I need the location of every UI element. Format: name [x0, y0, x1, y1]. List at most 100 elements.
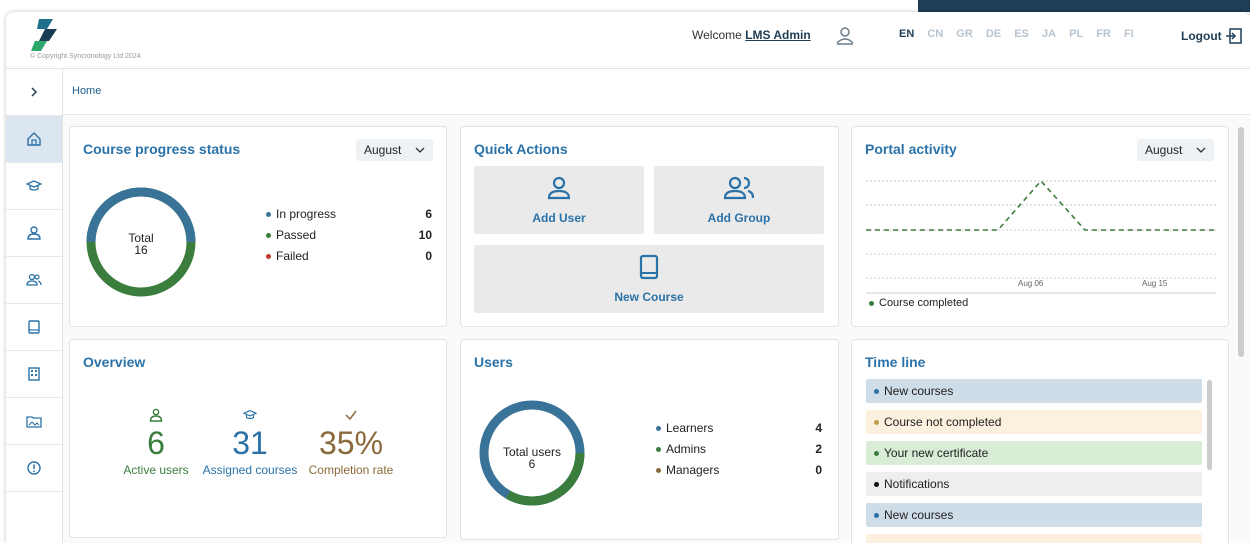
- timeline-dot: [874, 419, 879, 425]
- sidebar-item-courses[interactable]: [6, 163, 62, 210]
- chevron-down-icon: [1196, 147, 1206, 153]
- overview-card: Overview 6 Active users 31 Assigned cour…: [69, 339, 447, 538]
- lang-gr[interactable]: GR: [956, 28, 973, 40]
- legend-admins: Admins 2: [656, 442, 822, 456]
- course-progress-total-value: 16: [134, 243, 148, 257]
- timeline-item[interactable]: New courses: [866, 503, 1202, 527]
- timeline-dot: [874, 481, 879, 487]
- new-course-button[interactable]: New Course: [474, 245, 824, 313]
- admins-dot: [656, 447, 661, 453]
- legend-admins-label: Admins: [666, 442, 707, 456]
- assigned-courses-value: 31: [232, 425, 268, 461]
- completion-rate-value: 35%: [318, 425, 384, 461]
- timeline-dot: [874, 512, 879, 518]
- sidebar-item-organization[interactable]: [6, 351, 62, 398]
- completion-rate-stat: 35% Completion rate: [306, 408, 396, 477]
- users-total-value: 6: [528, 457, 536, 471]
- app-window: © Copyright Syncronology Ltd 2024 Welcom…: [6, 12, 1250, 543]
- passed-dot: [266, 233, 271, 239]
- timeline-item-label: New courses: [884, 508, 954, 522]
- users-icon: [723, 176, 755, 200]
- logout-label: Logout: [1181, 29, 1222, 43]
- users-total: Total users 6: [497, 446, 567, 470]
- timeline-title: Time line: [865, 354, 926, 370]
- timeline-item-partial[interactable]: [866, 534, 1202, 543]
- legend-passed-label: Passed: [276, 228, 317, 242]
- sidebar-item-library[interactable]: [6, 304, 62, 351]
- chart-legend-label: Course completed: [879, 297, 969, 309]
- legend-learners: Learners 4: [656, 421, 822, 435]
- legend-failed: Failed 0: [266, 249, 432, 263]
- sidebar-item-home[interactable]: [6, 116, 62, 163]
- lang-es[interactable]: ES: [1014, 28, 1029, 40]
- timeline-item[interactable]: Your new certificate: [866, 441, 1202, 465]
- logout-button[interactable]: Logout: [1181, 28, 1242, 44]
- lang-fr[interactable]: FR: [1096, 28, 1111, 40]
- portal-activity-month-value: August: [1145, 143, 1183, 157]
- sidebar-item-info[interactable]: [6, 445, 62, 492]
- legend-in-progress-label: In progress: [276, 207, 337, 221]
- timeline-item[interactable]: Notifications: [866, 472, 1202, 496]
- course-progress-card: Course progress status August Total 16 I…: [69, 126, 447, 327]
- checkmark-icon: [345, 410, 357, 421]
- course-progress-title: Course progress status: [83, 141, 241, 157]
- sidebar-item-media[interactable]: [6, 398, 62, 445]
- chart-legend: Course completed: [869, 297, 968, 309]
- sidebar: [6, 69, 63, 543]
- logout-icon: [1225, 28, 1242, 44]
- lang-ja[interactable]: JA: [1042, 28, 1056, 40]
- logo-icon: [31, 19, 57, 51]
- quick-actions-card: Quick Actions Add User Add Group New Cou…: [460, 126, 839, 327]
- assigned-courses-stat: 31 Assigned courses: [200, 408, 300, 477]
- assigned-courses-label: Assigned courses: [202, 463, 298, 477]
- language-selector: EN CN GR DE ES JA PL FR FI: [899, 28, 1144, 40]
- sidebar-expand[interactable]: [6, 69, 62, 116]
- portal-activity-month-select[interactable]: August: [1137, 139, 1214, 161]
- lang-pl[interactable]: PL: [1069, 28, 1083, 40]
- sidebar-item-users[interactable]: [6, 210, 62, 257]
- chevron-down-icon: [415, 147, 425, 153]
- timeline-item-label: Your new certificate: [884, 446, 989, 460]
- active-users-stat: 6 Active users: [118, 408, 194, 477]
- completion-rate-label: Completion rate: [308, 463, 394, 477]
- user-profile-icon[interactable]: [834, 24, 856, 46]
- users-icon: [26, 273, 42, 286]
- legend-learners-value: 4: [815, 421, 822, 435]
- add-group-button[interactable]: Add Group: [654, 166, 824, 234]
- lang-de[interactable]: DE: [986, 28, 1001, 40]
- lang-cn[interactable]: CN: [927, 28, 943, 40]
- lang-en[interactable]: EN: [899, 28, 914, 40]
- book-icon: [639, 254, 659, 280]
- portal-activity-chart: [866, 179, 1216, 294]
- page-scrollbar[interactable]: [1238, 127, 1244, 357]
- x-tick-aug-06: Aug 06: [1018, 279, 1044, 288]
- learners-dot: [656, 426, 661, 432]
- breadcrumb-home[interactable]: Home: [72, 85, 101, 97]
- add-group-label: Add Group: [707, 211, 771, 225]
- timeline-item[interactable]: New courses: [866, 379, 1202, 403]
- lang-fi[interactable]: FI: [1124, 28, 1134, 40]
- quick-actions-title: Quick Actions: [474, 141, 568, 157]
- timeline-item-label: Course not completed: [884, 415, 1002, 429]
- managers-dot: [656, 468, 661, 474]
- sidebar-item-groups[interactable]: [6, 257, 62, 304]
- copyright-text: © Copyright Syncronology Ltd 2024: [30, 53, 141, 60]
- timeline-dot: [874, 388, 879, 394]
- x-tick-aug-15: Aug 15: [1142, 279, 1168, 288]
- course-completed-dot: [869, 300, 874, 306]
- course-progress-month-value: August: [364, 143, 402, 157]
- graduation-cap-icon: [242, 410, 258, 420]
- legend-passed: Passed 10: [266, 228, 432, 242]
- user-icon: [27, 226, 41, 240]
- legend-learners-label: Learners: [666, 421, 714, 435]
- course-progress-total: Total 16: [119, 232, 163, 256]
- legend-passed-value: 10: [418, 228, 432, 242]
- in-progress-dot: [266, 212, 271, 218]
- legend-admins-value: 2: [815, 442, 822, 456]
- timeline-item[interactable]: Course not completed: [866, 410, 1202, 434]
- timeline-scrollbar[interactable]: [1207, 380, 1212, 470]
- portal-activity-card: Portal activity August Aug 06 Aug 15 Cou…: [851, 126, 1229, 327]
- course-progress-month-select[interactable]: August: [356, 139, 433, 161]
- user-name-link[interactable]: LMS Admin: [745, 28, 811, 42]
- add-user-button[interactable]: Add User: [474, 166, 644, 234]
